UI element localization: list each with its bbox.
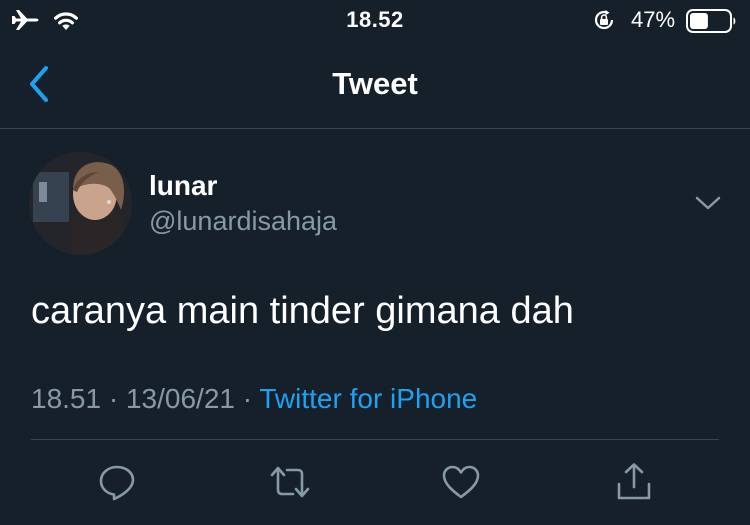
nav-bar: Tweet <box>0 40 750 129</box>
page-title: Tweet <box>332 66 418 101</box>
chevron-down-icon[interactable] <box>693 192 723 214</box>
retweet-icon <box>270 466 310 498</box>
retweet-button[interactable] <box>270 462 310 502</box>
reply-icon <box>99 465 135 501</box>
author-handle[interactable]: @lunardisahaja <box>149 206 337 237</box>
share-icon <box>617 463 651 500</box>
share-button[interactable] <box>614 462 654 502</box>
heart-icon <box>442 465 480 499</box>
tweet-meta: 18.51 · 13/06/21 · Twitter for iPhone <box>31 383 477 415</box>
tweet-time: 18.51 <box>31 383 102 414</box>
author-display-name[interactable]: lunar <box>149 170 217 202</box>
battery-icon <box>686 9 736 33</box>
avatar[interactable] <box>29 152 132 255</box>
meta-separator: · <box>242 383 253 414</box>
tweet-text: caranya main tinder gimana dah <box>31 290 574 332</box>
divider <box>31 439 719 440</box>
status-bar: 18.52 47% <box>0 0 750 40</box>
tweet-date: 13/06/21 <box>125 383 235 414</box>
meta-separator: · <box>108 383 119 414</box>
orientation-lock-icon <box>594 10 614 30</box>
battery-percent: 47% <box>631 7 676 32</box>
reply-button[interactable] <box>97 462 137 502</box>
tweet-source-link[interactable]: Twitter for iPhone <box>259 383 477 414</box>
avatar-photo <box>29 152 132 255</box>
like-button[interactable] <box>441 462 481 502</box>
